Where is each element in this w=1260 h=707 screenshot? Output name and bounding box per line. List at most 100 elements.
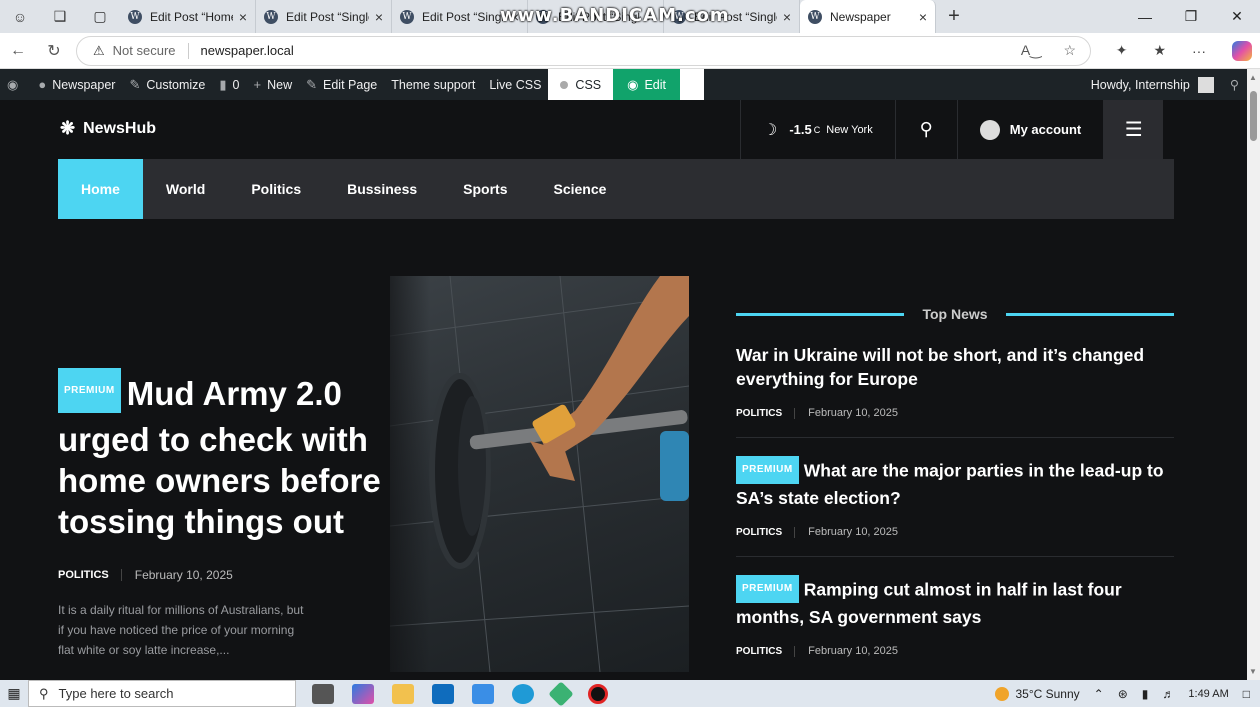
- more-icon[interactable]: ···: [1192, 43, 1206, 59]
- refresh-icon[interactable]: ↻: [36, 41, 72, 61]
- browser-tab-6[interactable]: W Newspaper ×: [800, 0, 936, 33]
- wordpress-icon: W: [400, 9, 414, 24]
- site-logo[interactable]: ❋ NewsHub: [60, 118, 156, 139]
- adminbar-new-label: New: [267, 77, 293, 92]
- close-window-icon[interactable]: ✕: [1214, 0, 1260, 33]
- article-title-wrap[interactable]: PREMIUM Ramping cut almost in half in las…: [736, 575, 1174, 629]
- nav-item-home[interactable]: Home: [58, 159, 143, 219]
- adminbar-theme-support[interactable]: Theme support: [384, 69, 482, 100]
- wordpress-logo-icon[interactable]: ◉: [0, 69, 31, 100]
- clock[interactable]: 1:49 AM: [1188, 688, 1228, 700]
- browser-tab-1[interactable]: W Edit Post “Home ×: [120, 0, 256, 33]
- search-icon: ⚲: [39, 685, 49, 701]
- security-label[interactable]: Not secure: [113, 43, 176, 58]
- article-title-wrap[interactable]: PREMIUM What are the major parties in the…: [736, 456, 1174, 510]
- css-button[interactable]: CSS: [548, 69, 614, 100]
- adminbar-site[interactable]: ● Newspaper: [31, 69, 122, 100]
- nav-item-science[interactable]: Science: [531, 159, 630, 219]
- copilot-icon[interactable]: [1232, 40, 1252, 61]
- close-tab-icon[interactable]: ×: [919, 9, 927, 25]
- search-icon: ⚲: [919, 119, 933, 139]
- menu-button[interactable]: ☰: [1103, 100, 1164, 159]
- article-meta: POLITICS February 10, 2025: [736, 526, 1174, 538]
- favorite-star-icon[interactable]: ☆: [1063, 42, 1076, 59]
- adminbar-account[interactable]: Howdy, Internship ⚲: [1091, 69, 1239, 100]
- nav-item-politics[interactable]: Politics: [228, 159, 324, 219]
- scrollbar-thumb[interactable]: [1250, 91, 1257, 141]
- notification-icon[interactable]: □: [1243, 687, 1250, 701]
- back-icon[interactable]: ←: [0, 42, 36, 60]
- restore-icon[interactable]: ❐: [1168, 0, 1214, 33]
- volume-icon[interactable]: ♬: [1162, 687, 1174, 701]
- edit-button[interactable]: ◉ Edit: [613, 69, 681, 100]
- outlook-icon[interactable]: [432, 683, 454, 704]
- address-bar-row: ← ↻ ⚠ Not secure newspaper.local A‿ ☆ ✦ …: [0, 33, 1260, 69]
- task-view-icon[interactable]: [312, 683, 334, 704]
- store-icon[interactable]: [472, 683, 494, 704]
- close-tab-icon[interactable]: ×: [783, 9, 791, 25]
- network-icon[interactable]: ⊛: [1118, 687, 1128, 701]
- read-aloud-icon[interactable]: A‿: [1021, 42, 1042, 59]
- wordpress-icon: W: [128, 9, 142, 24]
- app-icon[interactable]: [548, 680, 574, 707]
- battery-icon[interactable]: ▮: [1142, 687, 1149, 701]
- hero-title-wrap[interactable]: PREMIUM Mud Army 2.0 urged to check with …: [58, 367, 388, 542]
- window-controls: — ❐ ✕: [1122, 0, 1260, 33]
- adminbar-blank: [680, 69, 705, 100]
- browser-tab-2[interactable]: W Edit Post “Single ×: [256, 0, 392, 33]
- scroll-down-icon[interactable]: ▼: [1249, 667, 1257, 676]
- category-link[interactable]: POLITICS: [736, 526, 796, 538]
- minimize-icon[interactable]: —: [1122, 0, 1168, 33]
- copilot-app-icon[interactable]: [352, 683, 374, 704]
- taskbar-search-placeholder: Type here to search: [58, 686, 174, 701]
- brush-icon: ✎: [129, 76, 141, 92]
- category-link[interactable]: POLITICS: [736, 645, 796, 657]
- top-news-heading: Top News: [736, 305, 1175, 323]
- article-meta: POLITICS February 10, 2025: [736, 407, 1174, 419]
- category-link[interactable]: POLITICS: [736, 407, 796, 419]
- new-tab-button[interactable]: +: [936, 5, 972, 28]
- tab-actions-icon[interactable]: ▢: [80, 0, 120, 33]
- category-link[interactable]: POLITICS: [58, 568, 122, 581]
- chevron-up-icon[interactable]: ⌃: [1094, 687, 1104, 701]
- favorites-icon[interactable]: ★: [1153, 42, 1166, 59]
- url-text[interactable]: newspaper.local: [201, 43, 294, 58]
- edge-icon[interactable]: [512, 683, 534, 704]
- extensions-icon[interactable]: ✦: [1116, 42, 1128, 59]
- article-title[interactable]: War in Ukraine will not be short, and it…: [736, 343, 1174, 391]
- hero-image[interactable]: [390, 276, 689, 672]
- adminbar-new[interactable]: + New: [247, 69, 300, 100]
- browser-tab-title: Edit Post “Home: [150, 9, 233, 24]
- url-box[interactable]: ⚠ Not secure newspaper.local A‿ ☆: [76, 35, 1091, 66]
- premium-badge: PREMIUM: [58, 367, 121, 413]
- adminbar-customize[interactable]: ✎ Customize: [122, 69, 212, 100]
- browser-tools: ✦ ★ ···: [1116, 40, 1252, 61]
- weather-tray[interactable]: 35°C Sunny: [995, 686, 1080, 701]
- close-tab-icon[interactable]: ×: [375, 9, 383, 25]
- adminbar-comments[interactable]: ▮ 0: [212, 69, 246, 100]
- browser-tab-title: Newspaper: [830, 9, 891, 24]
- search-button[interactable]: ⚲: [894, 100, 957, 159]
- temp-unit: C: [813, 124, 821, 135]
- nav-item-sports[interactable]: Sports: [440, 159, 530, 219]
- taskbar-search[interactable]: ⚲ Type here to search: [28, 680, 296, 707]
- file-explorer-icon[interactable]: [392, 683, 414, 704]
- page-scrollbar[interactable]: ▲ ▼: [1247, 69, 1260, 680]
- windows-start-icon[interactable]: ▦: [0, 685, 28, 702]
- taskbar-apps: [312, 680, 608, 707]
- profile-icon[interactable]: ☺: [0, 0, 40, 33]
- adminbar-live-css[interactable]: Live CSS: [482, 69, 548, 100]
- bandicam-icon[interactable]: [588, 683, 608, 704]
- search-icon[interactable]: ⚲: [1230, 77, 1239, 92]
- nav-item-world[interactable]: World: [143, 159, 228, 219]
- account-button[interactable]: My account: [956, 100, 1104, 159]
- premium-badge: PREMIUM: [736, 456, 799, 484]
- hero-meta: POLITICS February 10, 2025: [58, 568, 388, 582]
- article-title[interactable]: What are the major parties in the lead-u…: [736, 461, 1164, 508]
- adminbar-edit-page[interactable]: ✎ Edit Page: [299, 69, 384, 100]
- url-tools: A‿ ☆: [1021, 42, 1076, 59]
- workspaces-icon[interactable]: ❑: [40, 0, 80, 33]
- nav-item-business[interactable]: Bussiness: [324, 159, 440, 219]
- close-tab-icon[interactable]: ×: [239, 9, 247, 25]
- scroll-up-icon[interactable]: ▲: [1249, 73, 1257, 82]
